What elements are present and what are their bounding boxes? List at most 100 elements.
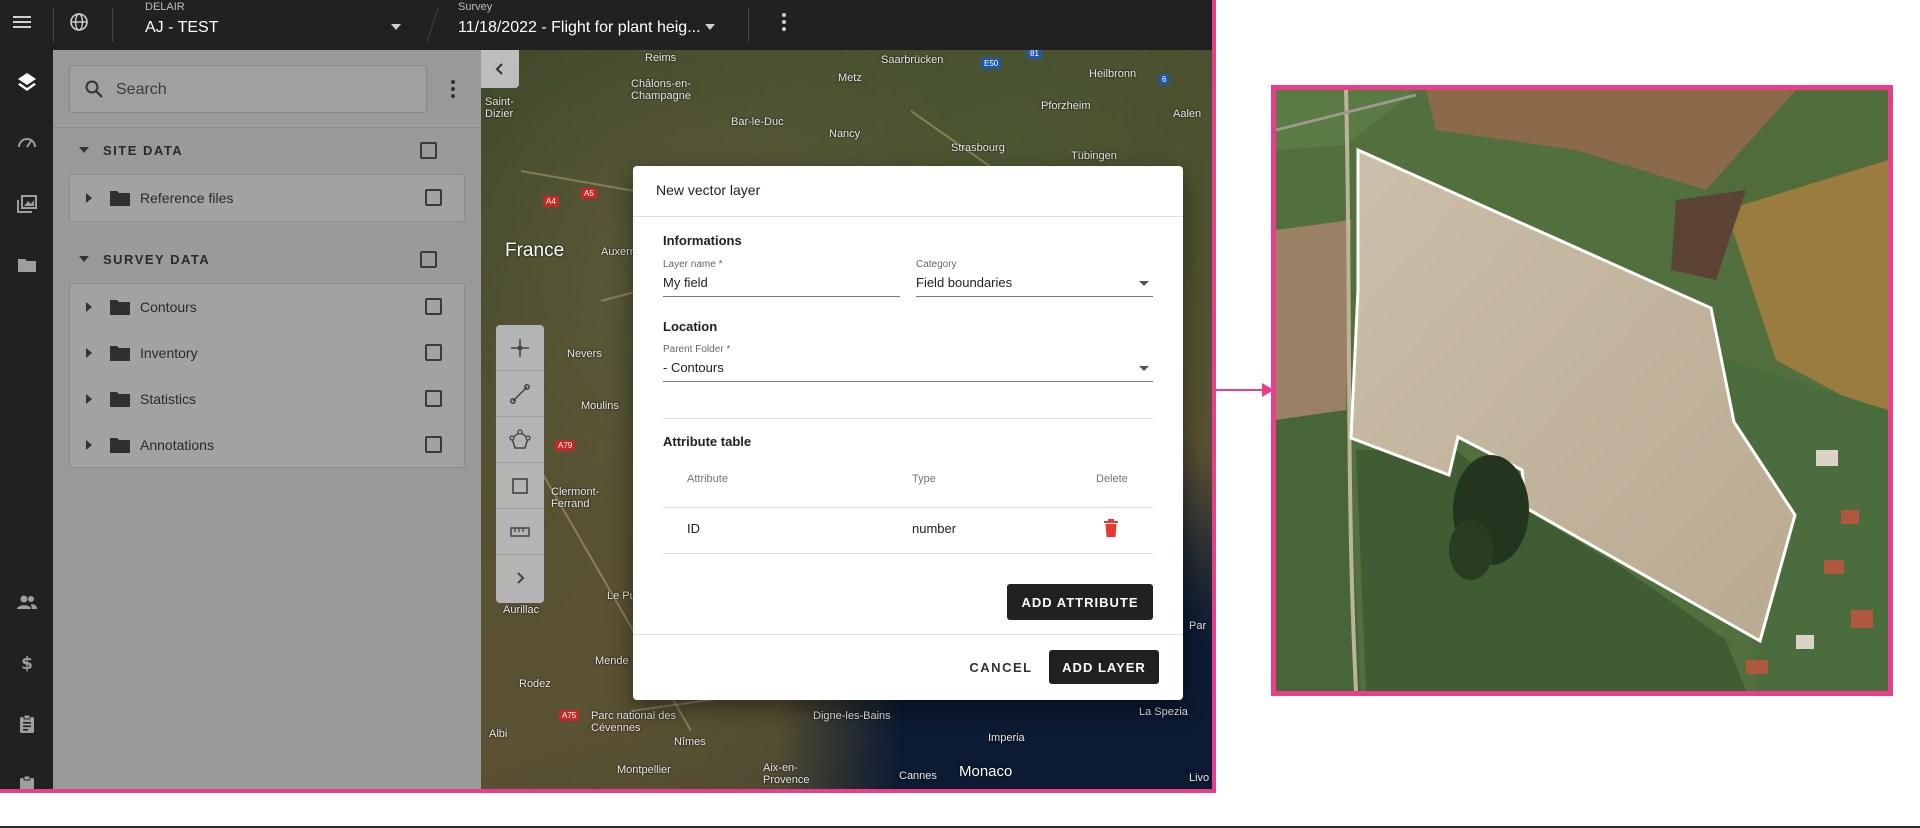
layer-folder-row[interactable]: Annotations: [70, 422, 464, 468]
section-header-site-data[interactable]: SITE DATA: [69, 136, 465, 166]
search-input[interactable]: [116, 77, 406, 103]
parent-folder-label: Parent Folder *: [663, 344, 731, 355]
draw-polygon-tool[interactable]: [496, 417, 544, 463]
chevron-down-icon: [1139, 366, 1149, 371]
attribute-table-heading: Attribute table: [663, 434, 752, 449]
hamburger-menu-icon[interactable]: [10, 10, 34, 34]
road-shield: A79: [555, 440, 576, 451]
folder-icon: [110, 346, 130, 361]
dollar-icon[interactable]: $: [0, 643, 53, 683]
road-shield: A4: [543, 196, 559, 207]
map-place-label: Mende: [595, 655, 629, 667]
draw-point-tool[interactable]: [496, 325, 544, 371]
gauge-icon[interactable]: [0, 123, 53, 163]
map-place-label: Montpellier: [617, 764, 671, 776]
layer-folder-row[interactable]: Statistics: [70, 376, 464, 422]
map-place-label: Livo: [1189, 772, 1210, 784]
folder-icon[interactable]: [0, 245, 53, 285]
rectangle-icon: [512, 477, 528, 494]
more-vertical-icon[interactable]: [443, 77, 463, 101]
delete-trash-icon[interactable]: [1103, 519, 1119, 537]
expand-toolbar-button[interactable]: [496, 555, 544, 601]
layer-name-value: My field: [663, 275, 708, 290]
map-place-label: Strasbourg: [951, 142, 1005, 154]
folder-checkbox[interactable]: [425, 189, 442, 206]
topbar-divider: [112, 8, 113, 42]
cancel-button[interactable]: CANCEL: [946, 650, 1056, 684]
column-header-delete: Delete: [1096, 473, 1128, 485]
section-checkbox[interactable]: [420, 251, 437, 268]
layer-name-label: Layer name *: [663, 259, 723, 270]
category-select[interactable]: Category Field boundaries: [916, 259, 1153, 297]
road-shield: A5: [581, 188, 597, 199]
map-place-label: Clermont-Ferrand: [551, 486, 600, 510]
table-divider: [663, 507, 1153, 508]
project-select[interactable]: DELAIR AJ - TEST: [145, 0, 405, 50]
map-place-label: Aalen: [1173, 108, 1202, 120]
folder-checkbox[interactable]: [425, 344, 442, 361]
table-divider: [663, 553, 1153, 554]
panel-divider: [53, 127, 481, 128]
road-shield: E50: [981, 58, 1002, 69]
map-place-label: Cannes: [899, 770, 937, 782]
section-checkbox[interactable]: [420, 142, 437, 159]
map-place-label: Heilbronn: [1089, 68, 1137, 80]
map-place-label: Nîmes: [674, 736, 706, 748]
folder-label: Statistics: [140, 391, 197, 407]
globe-icon[interactable]: [67, 10, 91, 34]
map-place-label: Pforzheim: [1041, 100, 1091, 112]
dialog-divider: [633, 634, 1183, 635]
chevron-down-icon: [1139, 281, 1149, 286]
layer-folder-row[interactable]: Inventory: [70, 330, 464, 376]
layer-name-field[interactable]: Layer name * My field: [663, 259, 900, 297]
drawing-toolbar: [496, 325, 544, 603]
point-icon: [511, 338, 529, 357]
folder-label: Inventory: [140, 345, 198, 361]
draw-line-tool[interactable]: [496, 371, 544, 417]
caret-right-icon: [86, 440, 92, 450]
map-place-label: Albi: [489, 728, 508, 740]
folder-label: Annotations: [140, 437, 214, 453]
map-place-label: Moulins: [581, 400, 619, 412]
caret-right-icon: [86, 302, 92, 312]
folder-checkbox[interactable]: [425, 436, 442, 453]
collapse-panel-button[interactable]: [481, 50, 519, 88]
chevron-right-icon: [517, 572, 525, 584]
survey-select[interactable]: Survey 11/18/2022 - Flight for plant hei…: [458, 0, 718, 50]
chevron-down-icon: [391, 24, 401, 30]
topbar-divider: [426, 8, 439, 42]
aerial-field-image: [1271, 85, 1893, 696]
left-nav-rail: $: [0, 50, 53, 789]
folder-icon: [110, 300, 130, 315]
map-place-label: La Spezia: [1139, 706, 1188, 718]
clipboard-icon[interactable]: [0, 765, 53, 789]
users-icon[interactable]: [0, 582, 53, 622]
add-attribute-button[interactable]: ADD ATTRIBUTE: [1007, 584, 1153, 620]
attribute-cell: ID: [687, 521, 700, 536]
map-place-label: Metz: [838, 72, 862, 84]
measure-tool[interactable]: [496, 509, 544, 555]
layers-icon[interactable]: [0, 62, 53, 102]
folder-checkbox[interactable]: [425, 390, 442, 407]
app-window: DELAIR AJ - TEST Survey 11/18/2022 - Fli…: [0, 0, 1216, 793]
survey-caption: Survey: [458, 1, 493, 13]
category-label: Category: [916, 259, 957, 270]
clipboard-icon[interactable]: [0, 704, 53, 744]
parent-folder-select[interactable]: Parent Folder * - Contours: [663, 344, 1153, 382]
gallery-icon[interactable]: [0, 184, 53, 224]
layer-folder-row[interactable]: Reference files: [70, 175, 464, 221]
location-heading: Location: [663, 319, 718, 334]
map-place-label: Bar-le-Duc: [731, 116, 784, 128]
survey-value: 11/18/2022 - Flight for plant heig...: [458, 19, 701, 36]
add-layer-button[interactable]: ADD LAYER: [1049, 650, 1159, 684]
layer-folder-row[interactable]: Contours: [70, 284, 464, 330]
map-place-label: Rodez: [519, 678, 551, 690]
draw-rectangle-tool[interactable]: [496, 463, 544, 509]
more-vertical-icon[interactable]: [774, 10, 794, 34]
map-place-label: Nevers: [567, 348, 602, 360]
caret-down-icon: [79, 256, 89, 262]
dialog-divider: [633, 216, 1183, 217]
map-place-label: Reims: [645, 52, 677, 64]
section-header-survey-data[interactable]: SURVEY DATA: [69, 245, 465, 275]
folder-checkbox[interactable]: [425, 298, 442, 315]
